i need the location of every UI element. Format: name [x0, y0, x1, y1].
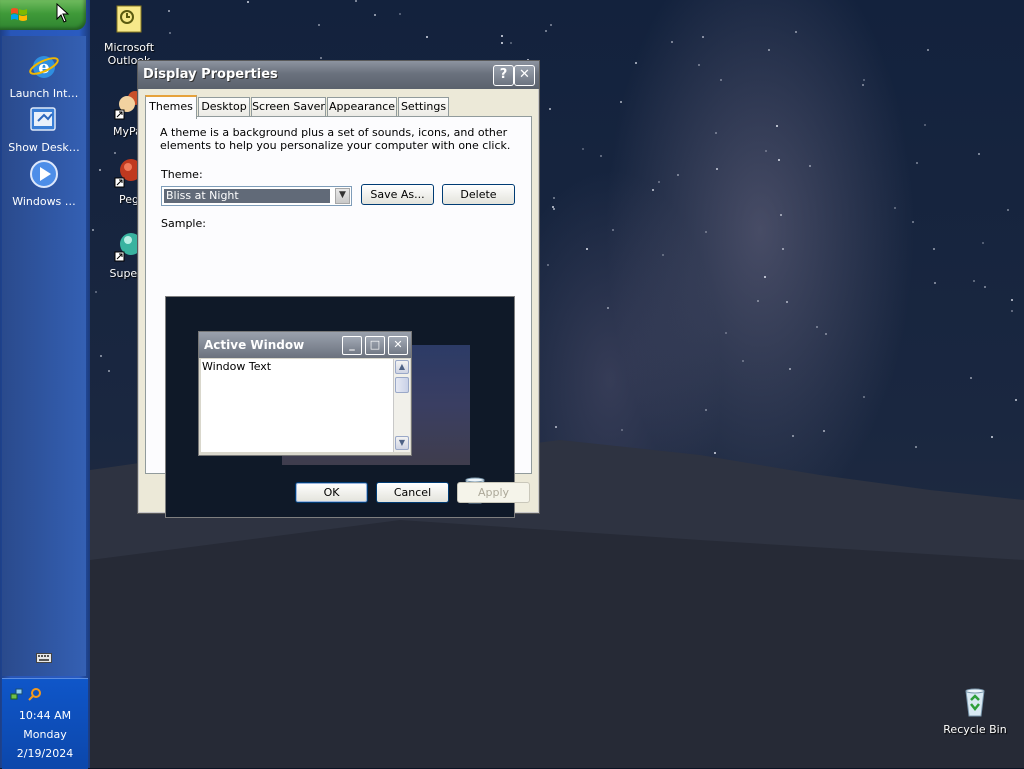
tab-desktop[interactable]: Desktop	[198, 97, 250, 116]
scroll-down-icon: ▼	[395, 436, 409, 450]
star	[781, 247, 784, 250]
quick-launch-show-desktop[interactable]: Show Desk…	[2, 104, 86, 154]
display-properties-dialog: Display Properties ? ✕ Themes Desktop Sc…	[137, 60, 540, 518]
star	[651, 188, 654, 191]
theme-dropdown-value: Bliss at Night	[164, 189, 330, 203]
sample-label: Sample:	[161, 217, 206, 230]
quick-launch-label: Show Desk…	[8, 141, 80, 154]
tab-screen-saver[interactable]: Screen Saver	[251, 97, 326, 116]
recycle-bin-icon	[965, 688, 985, 717]
star	[822, 429, 825, 432]
star	[704, 408, 707, 411]
star	[398, 12, 401, 15]
star	[662, 253, 665, 256]
sample-window-body: Window Text	[201, 359, 393, 452]
tray-icons	[10, 687, 50, 703]
clock-date: 2/19/2024	[16, 747, 74, 760]
star	[374, 13, 377, 16]
network-icon[interactable]	[10, 687, 24, 701]
windows-media-player-icon	[30, 160, 58, 188]
tab-themes[interactable]: Themes	[145, 95, 197, 119]
star	[791, 434, 794, 437]
scroll-up-icon: ▲	[395, 360, 409, 374]
dialog-title: Display Properties	[143, 67, 278, 82]
desktop-icon-recycle-bin[interactable]: Recycle Bin	[940, 686, 1010, 736]
scroll-thumb	[395, 377, 409, 393]
cancel-button[interactable]: Cancel	[376, 482, 449, 503]
star	[167, 9, 170, 12]
star	[581, 147, 584, 150]
star	[606, 306, 609, 309]
close-icon: ✕	[388, 336, 408, 355]
outlook-icon	[116, 5, 142, 33]
sample-window-title: Active Window	[204, 338, 305, 352]
theme-dropdown[interactable]: Bliss at Night ▼	[161, 186, 352, 206]
star	[1015, 398, 1018, 401]
star	[990, 435, 993, 438]
star	[785, 300, 788, 303]
dialog-titlebar[interactable]: Display Properties ? ✕	[138, 61, 539, 89]
close-button[interactable]: ✕	[514, 65, 535, 86]
taskbar: e Launch Int… Show Desk… Windows … 10:44…	[0, 0, 90, 769]
tab-settings[interactable]: Settings	[398, 97, 449, 116]
internet-explorer-icon: e	[29, 56, 59, 78]
keyboard-icon[interactable]	[36, 652, 52, 664]
star	[915, 445, 917, 448]
star	[1011, 309, 1014, 312]
quick-launch-windows-media-player[interactable]: Windows …	[2, 158, 86, 208]
show-desktop-icon	[30, 107, 56, 131]
quick-launch-internet-explorer[interactable]: e Launch Int…	[2, 50, 86, 100]
star	[552, 197, 555, 200]
star	[777, 158, 780, 161]
sample-window-titlebar: Active Window _ □ ✕	[199, 332, 411, 358]
star	[554, 426, 557, 428]
star	[107, 369, 110, 372]
star	[715, 167, 718, 170]
star	[548, 108, 551, 111]
chevron-down-icon[interactable]: ▼	[335, 188, 350, 204]
desktop-icon-label: Recycle Bin	[943, 723, 1007, 736]
star	[815, 325, 818, 328]
windows-logo-icon	[11, 8, 27, 21]
clock-time[interactable]: 10:44 AM	[2, 709, 88, 722]
star	[547, 263, 550, 266]
star	[788, 367, 791, 370]
theme-label: Theme:	[161, 168, 203, 181]
star	[671, 40, 674, 43]
star	[697, 63, 700, 66]
tab-appearance[interactable]: Appearance	[327, 97, 397, 116]
maximize-icon: □	[365, 336, 385, 355]
star	[425, 36, 428, 39]
help-button[interactable]: ?	[493, 65, 514, 86]
save-as-button[interactable]: Save As...	[361, 184, 434, 205]
clock-day: Monday	[23, 728, 67, 741]
start-button[interactable]	[0, 0, 86, 30]
star	[714, 451, 717, 454]
mouse-cursor-icon	[56, 3, 70, 23]
apply-button[interactable]: Apply	[457, 482, 530, 503]
sample-window-text: Window Text	[202, 360, 272, 373]
system-tray: 10:44 AM Monday 2/19/2024	[2, 678, 88, 769]
star	[972, 279, 975, 282]
themes-tab-panel: A theme is a background plus a set of so…	[145, 116, 532, 518]
ok-button[interactable]: OK	[295, 482, 368, 503]
quick-launch-bar: e Launch Int… Show Desk… Windows …	[2, 36, 86, 676]
star	[767, 48, 770, 51]
sample-active-window: Active Window _ □ ✕ Window Text ▲ ▼	[198, 331, 412, 456]
theme-description: A theme is a background plus a set of so…	[160, 126, 511, 152]
search-icon[interactable]	[28, 687, 42, 701]
sample-scrollbar: ▲ ▼	[393, 359, 410, 452]
delete-button[interactable]: Delete	[442, 184, 515, 205]
quick-launch-label: Windows …	[12, 195, 76, 208]
quick-launch-label: Launch Int…	[9, 87, 79, 100]
star	[658, 180, 661, 183]
minimize-icon: _	[342, 336, 362, 355]
star	[1010, 298, 1013, 301]
desktop-icon-outlook[interactable]: Microsoft Outlook	[94, 4, 164, 67]
